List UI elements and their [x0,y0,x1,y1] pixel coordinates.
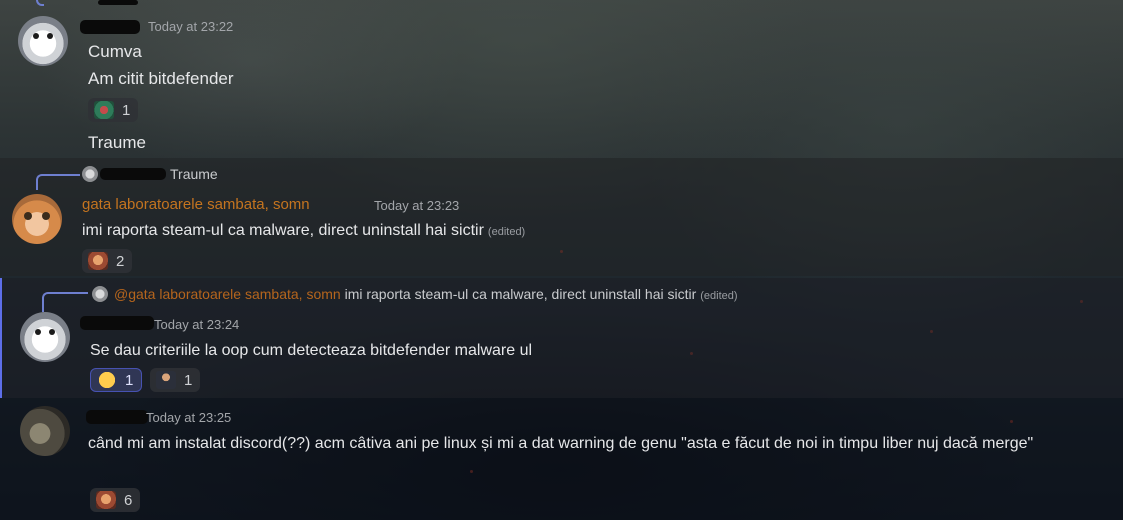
redacted-username [80,316,154,330]
reaction-button[interactable]: 1 [150,368,201,392]
cowboy-pepe-emoji-icon [94,101,114,119]
message-group-1: Today at 23:22 Cumva Am citit bitdefende… [0,0,1123,158]
message-timestamp: Today at 23:24 [154,317,240,332]
username[interactable]: gata laboratoarele sambata, somn [82,196,310,213]
message-text: imi raporta steam-ul ca malware, direct … [82,222,525,240]
avatar[interactable] [20,312,70,362]
reaction-count: 1 [125,371,134,389]
reaction-count: 6 [124,491,133,509]
reaction-button[interactable]: 6 [90,488,141,512]
man-emoji-icon [156,371,176,389]
reply-text: imi raporta steam-ul ca malware, direct … [344,286,697,302]
reaction-count: 2 [116,252,125,270]
reply-spine [42,292,88,312]
reaction-button[interactable]: 2 [82,249,133,273]
reply-avatar [92,286,108,302]
reply-preview[interactable]: Traume [170,166,218,182]
message-group-2: Traume gata laboratoarele sambata, somn … [0,158,1123,276]
message-group-3: @gata laboratoarele sambata, somn imi ra… [0,278,1123,398]
reaction-count: 1 [122,101,131,119]
face-emoji-icon [96,491,116,509]
message-timestamp: Today at 23:25 [146,410,232,425]
face-emoji-icon [88,252,108,270]
reaction-button[interactable]: 1 [88,98,139,122]
message-text: Cumva [88,42,142,61]
message-timestamp: Today at 23:22 [148,19,234,34]
edited-tag: (edited) [487,226,526,238]
redacted-username [100,168,166,180]
message-text: când mi am instalat discord(??) acm câti… [88,435,1034,452]
avatar[interactable] [18,16,68,66]
message-text: Am citit bitdefender [88,69,234,88]
message-timestamp: Today at 23:23 [374,198,460,213]
reply-preview[interactable]: @gata laboratoarele sambata, somn imi ra… [114,286,738,302]
message-body: imi raporta steam-ul ca malware, direct … [82,222,484,239]
message-group-4: Today at 23:25 când mi am instalat disco… [0,398,1123,520]
joy-emoji-icon [97,371,117,389]
edited-tag: (edited) [700,290,738,302]
reaction-count: 1 [184,371,193,389]
avatar[interactable] [20,406,70,456]
reply-avatar [82,166,98,182]
message-text: Traume [88,133,146,152]
reply-spine [36,174,80,190]
reply-mention: @gata laboratoarele sambata, somn [114,286,341,302]
message-text: Se dau criteriile la oop cum detecteaza … [90,342,533,359]
redacted-username [80,20,140,34]
avatar[interactable] [12,194,62,244]
reaction-button[interactable]: 1 [90,368,143,392]
redacted-username [86,410,148,424]
